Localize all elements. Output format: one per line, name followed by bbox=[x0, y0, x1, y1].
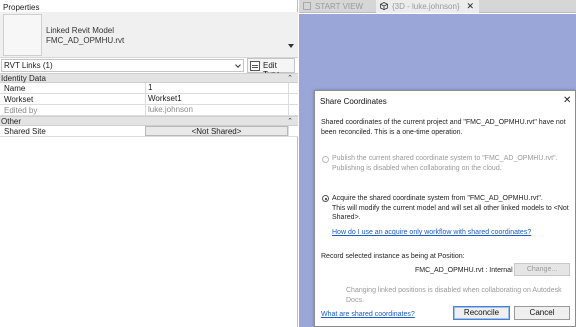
properties-grid: Identity Data ⌃ Name 1 Workset Workset1 … bbox=[0, 73, 298, 137]
instance-filter-dropdown[interactable]: RVT Links (1) bbox=[1, 59, 244, 72]
collapse-icon[interactable]: ⌃ bbox=[286, 118, 294, 125]
property-row-edited-by: Edited by luke.johnson bbox=[0, 105, 298, 116]
property-value-readonly: luke.johnson bbox=[145, 105, 288, 115]
close-icon[interactable]: ✕ bbox=[466, 0, 474, 13]
publish-line: Publish the current shared coordinate sy… bbox=[332, 155, 558, 162]
acquire-line: Acquire the shared coordinate system fro… bbox=[332, 195, 543, 202]
tab-label: START VIEW bbox=[315, 2, 364, 11]
row-rail bbox=[288, 94, 297, 104]
row-rail bbox=[288, 105, 297, 115]
publish-radio[interactable] bbox=[322, 156, 329, 163]
publish-option-text: Publish the current shared coordinate sy… bbox=[332, 154, 558, 173]
type-dropdown-arrow-icon[interactable] bbox=[288, 44, 294, 48]
type-name-label: FMC_AD_OPMHU.rvt bbox=[46, 36, 125, 45]
property-key: Workset bbox=[4, 95, 34, 104]
tab-start-view[interactable]: START VIEW bbox=[299, 0, 374, 13]
what-are-shared-coordinates-link[interactable]: What are shared coordinates? bbox=[321, 310, 415, 320]
acquire-radio[interactable] bbox=[322, 195, 329, 202]
property-key: Edited by bbox=[4, 106, 38, 115]
acquire-option-text: Acquire the shared coordinate system fro… bbox=[332, 194, 569, 223]
acquire-line: This will modify the current model and w… bbox=[332, 204, 569, 212]
property-row-workset: Workset Workset1 bbox=[0, 94, 298, 105]
property-value-field[interactable]: Workset1 bbox=[145, 94, 288, 104]
start-view-icon bbox=[303, 2, 311, 10]
collapse-icon[interactable]: ⌃ bbox=[286, 75, 294, 82]
cube-3d-icon bbox=[380, 2, 388, 10]
close-icon[interactable]: ✕ bbox=[563, 95, 571, 106]
section-other[interactable]: Other ⌃ bbox=[0, 116, 298, 126]
type-family-label: Linked Revit Model bbox=[46, 26, 115, 35]
record-position-label: Record selected instance as being at Pos… bbox=[321, 253, 465, 260]
tab-label: {3D - luke.johnson} bbox=[392, 2, 460, 11]
dialog-title: Share Coordinates bbox=[320, 97, 387, 106]
tab-3d-view[interactable]: {3D - luke.johnson} ✕ bbox=[376, 0, 479, 13]
intro-line: Shared coordinates of the current projec… bbox=[321, 119, 566, 126]
section-identity-data[interactable]: Identity Data ⌃ bbox=[0, 73, 298, 83]
property-key: Name bbox=[4, 84, 26, 93]
section-title: Identity Data bbox=[1, 74, 46, 83]
section-title: Other bbox=[1, 117, 22, 126]
properties-panel: Properties Linked Revit Model FMC_AD_OPM… bbox=[0, 0, 298, 327]
share-coordinates-dialog: Share Coordinates ✕ Shared coordinates o… bbox=[314, 90, 576, 327]
property-row-shared-site: Shared Site <Not Shared> bbox=[0, 126, 298, 137]
instance-filter-row: RVT Links (1) Edit Type bbox=[0, 58, 298, 79]
position-value: FMC_AD_OPMHU.rvt : Internal bbox=[415, 267, 513, 274]
acquire-line: Shared>. bbox=[332, 214, 361, 221]
edit-type-button[interactable]: Edit Type bbox=[247, 58, 295, 79]
change-button[interactable]: Change... bbox=[514, 263, 570, 276]
chevron-down-icon bbox=[235, 62, 241, 68]
type-selector[interactable]: Linked Revit Model FMC_AD_OPMHU.rvt bbox=[0, 12, 298, 58]
intro-line: been reconciled. This is a one-time oper… bbox=[321, 128, 463, 136]
reconcile-button[interactable]: Reconcile bbox=[453, 306, 510, 320]
cancel-button[interactable]: Cancel bbox=[514, 306, 570, 320]
instance-filter-value: RVT Links (1) bbox=[4, 61, 53, 70]
row-rail bbox=[288, 83, 297, 93]
property-value-field[interactable]: 1 bbox=[145, 83, 288, 93]
publish-line: Publishing is disabled when collaboratin… bbox=[332, 164, 502, 172]
type-preview-image bbox=[3, 14, 42, 56]
row-rail bbox=[288, 126, 297, 136]
acquire-help-link[interactable]: How do I use an acquire only workflow wi… bbox=[332, 228, 531, 238]
disabled-note: Changing linked positions is disabled wh… bbox=[346, 287, 562, 304]
edit-type-icon bbox=[250, 61, 260, 71]
properties-title: Properties bbox=[3, 3, 40, 12]
property-key: Shared Site bbox=[4, 127, 46, 136]
view-tab-bar: START VIEW {3D - luke.johnson} ✕ bbox=[299, 0, 576, 13]
property-row-name: Name 1 bbox=[0, 83, 298, 94]
shared-site-button[interactable]: <Not Shared> bbox=[145, 126, 288, 136]
intro-text: Shared coordinates of the current projec… bbox=[321, 118, 566, 137]
